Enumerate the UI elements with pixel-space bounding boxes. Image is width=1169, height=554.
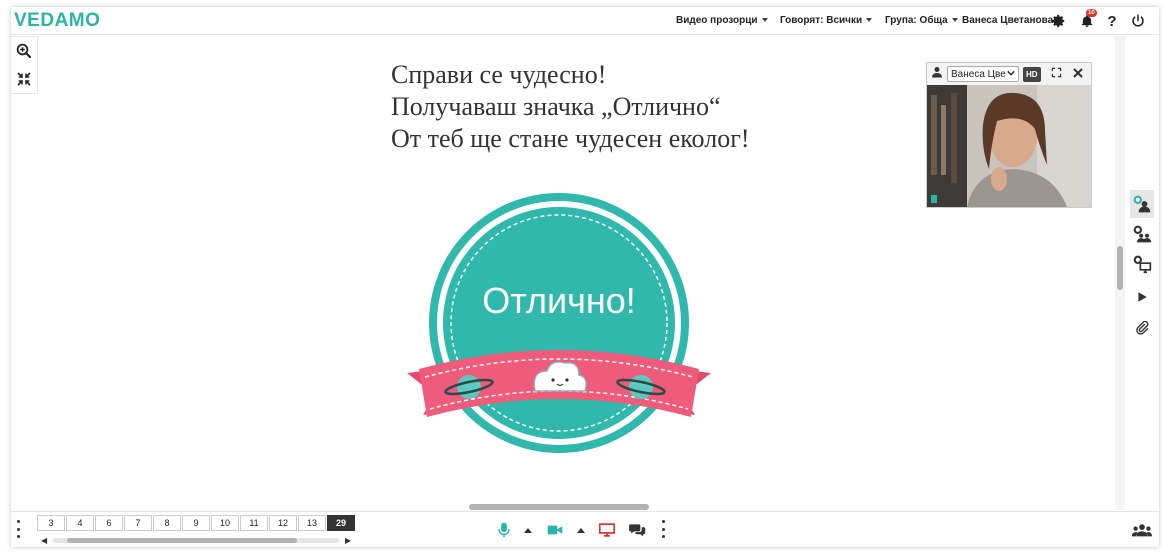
slide-text: Справи се чудесно! Получаваш значка „Отл… <box>391 59 811 155</box>
attachment-icon[interactable] <box>1130 314 1154 342</box>
slide-line-3: От теб ще стане чудесен еколог! <box>391 124 750 153</box>
screen-share-icon[interactable] <box>1130 250 1154 278</box>
caret-down-icon <box>951 18 958 22</box>
camera-options-icon[interactable] <box>574 521 588 539</box>
page-button[interactable]: 3 <box>37 515 65 531</box>
caret-down-icon <box>866 18 873 22</box>
participant-select[interactable]: Ванеса Цве <box>947 66 1019 82</box>
app-frame: VEDAMO Видео прозорци Говорят: Всички Гр… <box>11 7 1159 547</box>
help-icon[interactable]: ? <box>1102 11 1122 31</box>
groups-icon[interactable] <box>1130 220 1154 248</box>
notification-badge: 10 <box>1086 9 1097 17</box>
page-button[interactable]: 11 <box>240 515 268 531</box>
video-feed <box>927 85 1091 207</box>
badge-text: Отлично! <box>482 280 635 321</box>
chat-icon[interactable] <box>628 521 646 539</box>
pagination-scroll-thumb[interactable] <box>67 538 297 543</box>
vertical-scrollbar[interactable] <box>1115 36 1125 510</box>
horizontal-scrollbar[interactable] <box>11 501 1115 511</box>
page-button[interactable]: 9 <box>182 515 210 531</box>
caret-down-icon <box>761 18 768 22</box>
chevron-down-icon <box>1007 69 1015 80</box>
slide-line-2: Получаваш значка „Отлично“ <box>391 92 721 121</box>
page-button[interactable]: 6 <box>95 515 123 531</box>
video-window[interactable]: Ванеса Цве HD <box>926 62 1092 208</box>
mic-options-icon[interactable] <box>521 521 535 539</box>
participants-icon[interactable] <box>1130 190 1154 218</box>
page-button[interactable]: 13 <box>298 515 326 531</box>
excellent-badge: Отлично! <box>407 193 711 453</box>
page-button[interactable]: 7 <box>124 515 152 531</box>
gear-icon[interactable] <box>1049 11 1069 31</box>
page-button-current[interactable]: 29 <box>327 515 355 531</box>
top-bar: VEDAMO Видео прозорци Говорят: Всички Гр… <box>11 7 1159 35</box>
bottom-bar: 3 4 6 7 8 9 10 11 12 13 29 ◀ ▶ <box>11 511 1159 547</box>
arrow-left-icon[interactable]: ◀ <box>41 536 47 545</box>
zoom-in-icon[interactable] <box>11 37 37 65</box>
video-toolbar: Ванеса Цве HD <box>927 63 1091 85</box>
page-button[interactable]: 4 <box>66 515 94 531</box>
zoom-toolbar <box>11 36 38 94</box>
slide-pagination: 3 4 6 7 8 9 10 11 12 13 29 <box>37 515 355 531</box>
power-icon[interactable] <box>1128 11 1148 31</box>
bell-icon[interactable]: 10 <box>1077 9 1097 31</box>
logo: VEDAMO <box>14 10 101 31</box>
user-icon <box>931 65 943 83</box>
vertical-scroll-thumb[interactable] <box>1117 246 1123 290</box>
video-windows-menu[interactable]: Видео прозорци <box>676 15 768 26</box>
camera-icon[interactable] <box>546 521 564 539</box>
more-options-icon[interactable] <box>660 520 666 538</box>
participants-group-icon[interactable] <box>1131 521 1153 539</box>
user-name[interactable]: Ванеса Цветанова <box>962 15 1053 26</box>
horizontal-scroll-thumb[interactable] <box>469 504 649 510</box>
screen-share-icon[interactable] <box>598 521 616 539</box>
fit-screen-icon[interactable] <box>11 65 37 93</box>
pagination-scrollbar[interactable]: ◀ ▶ <box>41 536 353 545</box>
expand-icon[interactable] <box>1051 65 1062 83</box>
more-menu-icon[interactable] <box>15 520 21 538</box>
speaking-menu[interactable]: Говорят: Всички <box>780 15 873 26</box>
arrow-right-icon[interactable]: ▶ <box>345 536 351 545</box>
close-icon[interactable] <box>1072 65 1083 83</box>
play-icon[interactable] <box>1130 283 1154 311</box>
page-button[interactable]: 8 <box>153 515 181 531</box>
microphone-icon[interactable] <box>496 521 512 539</box>
page-button[interactable]: 12 <box>269 515 297 531</box>
slide-line-1: Справи се чудесно! <box>391 60 607 89</box>
group-menu[interactable]: Група: Обща <box>885 15 958 26</box>
hd-button[interactable]: HD <box>1023 66 1041 82</box>
page-button[interactable]: 10 <box>211 515 239 531</box>
